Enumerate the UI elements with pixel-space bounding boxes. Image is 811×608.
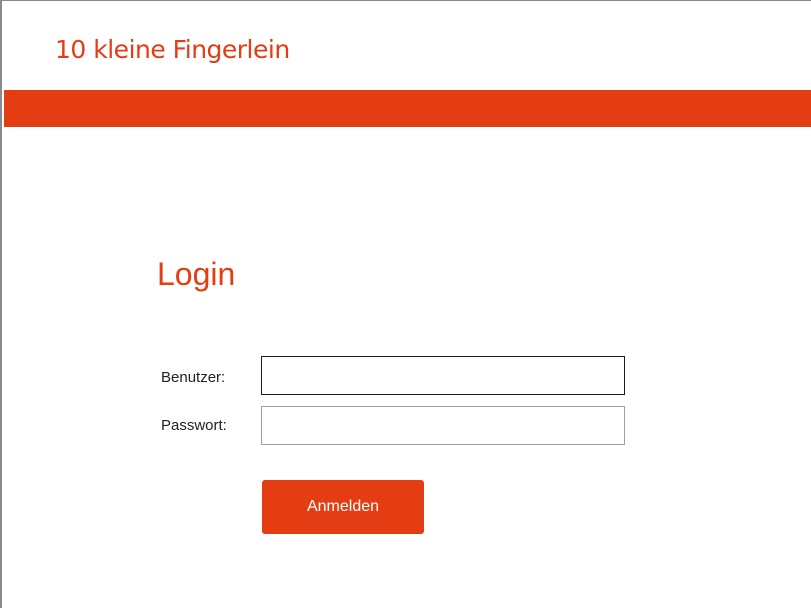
username-label: Benutzer: bbox=[161, 369, 226, 386]
login-button[interactable]: Anmelden bbox=[262, 480, 424, 534]
site-logo-text[interactable]: 10 kleine Fingerlein bbox=[55, 35, 290, 64]
password-input[interactable] bbox=[261, 406, 625, 445]
password-label: Passwort: bbox=[161, 417, 227, 434]
page-frame: 10 kleine Fingerlein Login Benutzer: Pas… bbox=[0, 0, 811, 608]
page-title: Login bbox=[157, 256, 236, 292]
username-input[interactable] bbox=[261, 356, 625, 395]
header-bar bbox=[4, 90, 811, 127]
